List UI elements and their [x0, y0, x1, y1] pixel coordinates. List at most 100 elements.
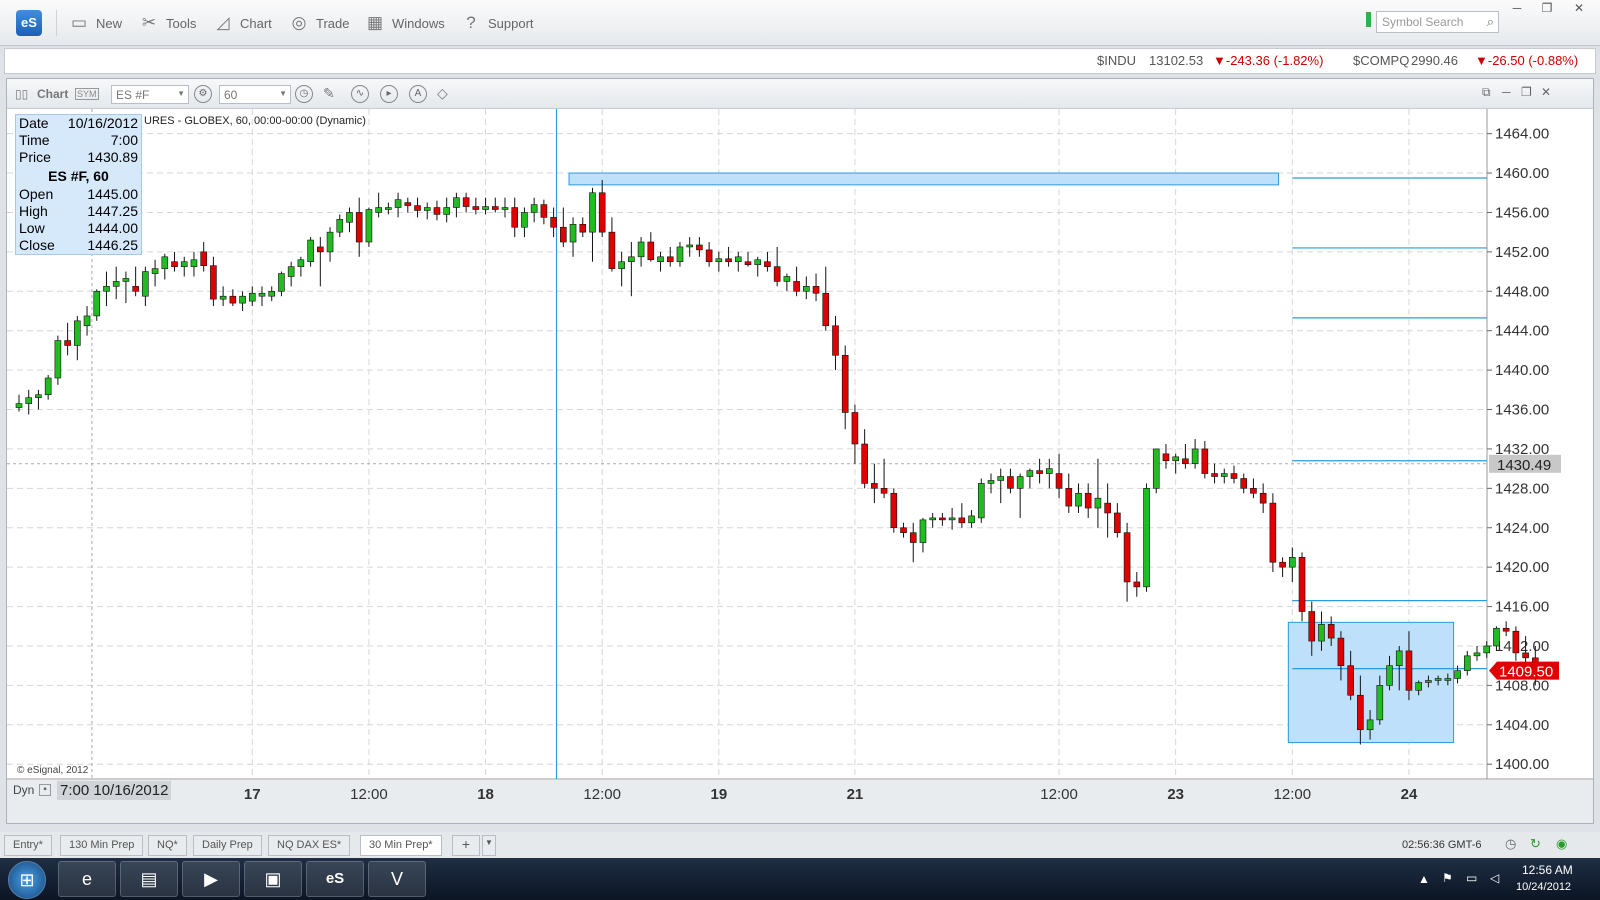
search-icon[interactable]: ⌕	[1487, 14, 1494, 30]
candle-body	[715, 258, 723, 263]
network-icon[interactable]: ▭	[1466, 871, 1477, 885]
chart-restore-button[interactable]: ⧉	[1482, 85, 1491, 100]
tab-entry[interactable]: Entry*	[4, 835, 52, 856]
taskbar-date[interactable]: 10/24/2012	[1516, 881, 1571, 893]
study-icon[interactable]: ∿	[351, 85, 369, 103]
chart-maximize-button[interactable]: ❐	[1521, 85, 1532, 99]
candle-body	[521, 212, 528, 228]
symbol-search-input[interactable]: Symbol Search ⌕	[1376, 11, 1499, 33]
info-value: 1445.00	[87, 186, 138, 202]
candle-body	[1289, 557, 1296, 568]
esignal-taskbar-icon[interactable]: eS	[306, 861, 364, 897]
ticker-symbol[interactable]: $COMPQ	[1353, 53, 1409, 68]
flag-icon[interactable]: ⚑	[1442, 871, 1453, 885]
candle-body	[190, 259, 198, 267]
crosshair-price-label: 1430.49	[1497, 457, 1551, 474]
chart-close-button[interactable]: ✕	[1541, 85, 1551, 99]
tab-daily-prep[interactable]: Daily Prep	[193, 835, 262, 856]
chart-minimize-button[interactable]: ─	[1502, 85, 1511, 99]
ticker-symbol[interactable]: $INDU	[1097, 53, 1136, 68]
refresh-icon[interactable]: ↻	[1530, 836, 1541, 852]
candle-body	[1046, 468, 1053, 474]
candle-body	[346, 212, 353, 223]
candle-body	[15, 403, 23, 408]
support-button[interactable]: ? Support	[460, 10, 533, 36]
play-icon[interactable]: ▸	[380, 85, 398, 103]
dropdown-arrow-icon[interactable]: ▼	[177, 89, 185, 98]
minimize-window-button[interactable]: ─	[1504, 0, 1530, 16]
candle-body	[579, 223, 587, 233]
history-icon[interactable]: ◷	[1505, 836, 1516, 852]
clock-icon[interactable]: ◷	[295, 85, 313, 103]
candle-body	[705, 249, 713, 263]
candle-body	[1483, 645, 1491, 654]
ticker-change: ▼-26.50 (-0.88%)	[1475, 53, 1579, 68]
trade-button[interactable]: ◎ Trade	[288, 10, 350, 36]
candle-body	[1463, 655, 1471, 671]
candle-body	[433, 207, 441, 215]
candle-body	[598, 192, 606, 233]
price-chart[interactable]: 1464.00 1460.00 1456.00 1452.00 1448.00 1444.…	[7, 109, 1593, 823]
tab-nq-dax-es[interactable]: NQ DAX ES*	[268, 835, 351, 856]
candle-body	[482, 206, 489, 210]
settings-icon[interactable]: ⚙	[194, 85, 212, 103]
chart-button[interactable]: ◿ Chart	[212, 10, 272, 36]
candle-body	[462, 197, 470, 207]
new-button[interactable]: ▭ New	[68, 10, 122, 36]
tab-nq[interactable]: NQ*	[148, 835, 187, 856]
layout-icon[interactable]: ▯▯	[15, 87, 28, 101]
link-icon[interactable]: SYM	[75, 88, 99, 100]
app-v-icon[interactable]: V	[368, 861, 426, 897]
tab-30-min-prep[interactable]: 30 Min Prep*	[360, 835, 442, 856]
candle-body	[54, 340, 62, 379]
candle-body	[696, 244, 703, 251]
candle-body	[472, 206, 480, 210]
info-label: Time	[19, 132, 50, 148]
show-hidden-icons[interactable]: ▲	[1418, 872, 1430, 886]
y-tick-label: 1420.00	[1495, 559, 1549, 576]
y-tick-label: 1460.00	[1495, 165, 1549, 182]
eraser-icon[interactable]: ◇	[437, 85, 448, 102]
windows-button[interactable]: ▦ Windows	[364, 10, 445, 36]
windows-label: Windows	[392, 15, 445, 31]
close-window-button[interactable]: ✕	[1566, 0, 1592, 16]
dropdown-arrow-icon[interactable]: ▼	[279, 89, 287, 98]
candle-body	[1230, 473, 1238, 479]
y-tick-label: 1440.00	[1495, 362, 1549, 379]
internet-explorer-icon[interactable]: e	[58, 861, 116, 897]
trade-label: Trade	[316, 15, 350, 31]
dyn-label[interactable]: Dyn	[13, 783, 34, 797]
restore-window-button[interactable]: ❐	[1534, 0, 1560, 16]
candle-body	[637, 241, 645, 258]
candle-body	[1298, 557, 1306, 612]
tools-button[interactable]: ✂ Tools	[138, 10, 196, 36]
network-app-icon[interactable]: ▣	[244, 861, 302, 897]
candle-body	[1220, 473, 1228, 477]
folder-icon[interactable]: ▤	[120, 861, 178, 897]
alert-icon[interactable]: A	[409, 85, 427, 103]
volume-icon[interactable]: ◁	[1490, 871, 1499, 885]
add-tab-button[interactable]: +	[452, 835, 480, 856]
status-ok-icon[interactable]: ◉	[1556, 836, 1567, 852]
candle-body	[443, 207, 450, 215]
candle-body	[725, 258, 732, 263]
candle-body	[1386, 665, 1393, 686]
chart-label: Chart	[240, 15, 272, 31]
candle-body	[686, 244, 693, 248]
media-player-icon[interactable]: ▶	[182, 861, 240, 897]
tab-menu-icon[interactable]: ▼	[482, 835, 496, 856]
symbol-field[interactable]: ES #F ▼	[111, 85, 189, 104]
new-label: New	[96, 15, 123, 31]
candle-body	[530, 204, 538, 213]
candle-body	[103, 286, 110, 292]
windows-start-button[interactable]: ⊞	[8, 861, 46, 899]
esignal-logo[interactable]: eS	[16, 10, 42, 36]
lock-icon[interactable]: ▪	[39, 784, 51, 796]
tab-130-min-prep[interactable]: 130 Min Prep	[60, 835, 144, 856]
taskbar-time[interactable]: 12:56 AM	[1522, 863, 1573, 877]
interval-field[interactable]: 60 ▼	[219, 85, 291, 104]
candle-body	[200, 251, 207, 266]
x-tick-label: 12:00	[583, 786, 621, 803]
candle-body	[1434, 678, 1442, 681]
pencil-icon[interactable]: ✎	[323, 85, 335, 102]
